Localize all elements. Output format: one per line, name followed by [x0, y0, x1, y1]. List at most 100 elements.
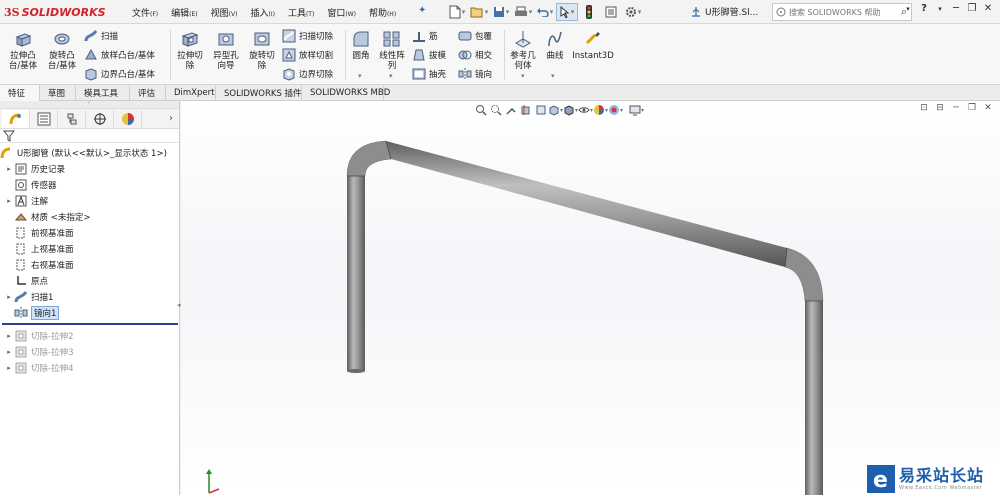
help-question-icon[interactable]: ? — [916, 3, 932, 14]
tree-item-cut-extrude4[interactable]: ▸ 切除-拉伸4 — [4, 360, 182, 376]
extrude-cut-button[interactable]: 拉伸切 除 — [172, 29, 208, 71]
undo-button[interactable]: ▾ — [534, 3, 556, 21]
sweep-cut-button[interactable]: 扫描切除 — [282, 28, 333, 44]
tab-sketch[interactable]: 草图 — [40, 85, 76, 101]
undo-icon — [536, 8, 549, 17]
cut-extrude-icon — [15, 346, 27, 358]
menu-insert[interactable]: 插入(I) — [246, 6, 278, 19]
boundary-cut-button[interactable]: 边界切除 — [282, 66, 333, 82]
configuration-manager-tab[interactable] — [58, 109, 86, 128]
tree-item-front-plane[interactable]: 前视基准面 — [4, 225, 182, 241]
expand-chevron-icon[interactable]: ▸ — [4, 348, 14, 356]
rib-button[interactable]: 筋 — [412, 28, 438, 44]
menu-tools[interactable]: 工具(T) — [284, 6, 318, 19]
draft-button[interactable]: 拔模 — [412, 47, 446, 63]
linear-pattern-button[interactable]: 线性阵 列 — [376, 29, 408, 71]
solidworks-logo[interactable]: 3S SOLIDWORKS — [4, 3, 106, 21]
expand-chevron-icon[interactable]: ▸ — [4, 364, 14, 372]
loft-boss-button[interactable]: 放样凸台/基体 — [84, 47, 155, 63]
command-manager-tabs: 特征 草图 模具工具 评估 DimXpert SOLIDWORKS 插件 SOL… — [0, 85, 1000, 101]
sweep-button[interactable]: 扫描 — [84, 28, 118, 44]
tree-item-cut-extrude2[interactable]: ▸ 切除-拉伸2 — [4, 328, 182, 344]
open-document-button[interactable]: ▾ — [468, 3, 490, 21]
options-button[interactable]: ▾ — [622, 3, 644, 21]
tree-item-sweep1[interactable]: ▸ 扫描1 — [4, 289, 182, 305]
curves-chevron-down-icon[interactable]: ▾ — [551, 72, 555, 80]
restore-button[interactable]: ❐ — [964, 3, 980, 14]
mirror-button[interactable]: 镜向 — [458, 66, 492, 82]
boundary-boss-button[interactable]: 边界凸台/基体 — [84, 66, 155, 82]
tree-item-origin[interactable]: 原点 — [4, 273, 182, 289]
graphics-area[interactable]: ▾ ▾ ▾ ▾ ▾ ▾ ⊡ ⊟ ─ ❐ ✕ — [181, 101, 1000, 495]
menu-window[interactable]: 窗口(W) — [323, 6, 360, 19]
configuration-icon — [67, 113, 76, 124]
u-shaped-pipe-model[interactable] — [181, 101, 1000, 495]
pin-menu-icon[interactable]: ✦ — [418, 5, 426, 16]
dimxpert-manager-tab[interactable] — [86, 109, 114, 128]
menu-edit[interactable]: 编辑(E) — [167, 6, 202, 19]
tab-evaluate[interactable]: 评估 — [130, 85, 166, 101]
boundary-boss-icon — [85, 68, 97, 81]
help-search-input[interactable] — [789, 7, 889, 17]
shell-button[interactable]: 抽壳 — [412, 66, 446, 82]
tree-item-top-plane[interactable]: 上视基准面 — [4, 241, 182, 257]
tab-mold-tools[interactable]: 模具工具 — [76, 85, 130, 101]
menu-view[interactable]: 视图(V) — [207, 6, 242, 19]
print-button[interactable]: ▾ — [512, 3, 534, 21]
ribbon-separator — [504, 30, 505, 80]
panel-grip-icon[interactable]: ◦ — [87, 99, 91, 107]
reference-chevron-down-icon[interactable]: ▾ — [521, 72, 525, 80]
rebuild-button[interactable] — [578, 3, 600, 21]
tree-item-history[interactable]: ▸ 历史记录 — [4, 161, 182, 177]
tree-item-mirror1[interactable]: 镜向1 — [4, 305, 182, 321]
tree-item-right-plane[interactable]: 右视基准面 — [4, 257, 182, 273]
property-manager-tab[interactable] — [30, 109, 58, 128]
filter-icon — [3, 130, 15, 142]
tab-solidworks-mbd[interactable]: SOLIDWORKS MBD — [302, 85, 390, 101]
display-manager-tab[interactable] — [114, 109, 142, 128]
tree-item-cut-extrude3[interactable]: ▸ 切除-拉伸3 — [4, 344, 182, 360]
tree-item-material[interactable]: 材质 <未指定> — [4, 209, 182, 225]
help-search-box[interactable]: ⌕ — [772, 3, 912, 21]
pattern-chevron-down-icon[interactable]: ▾ — [389, 72, 393, 80]
feature-manager-panel: ◦ › U形脚管 (默认<<默认>_显示状态 1>) ▸ 历史记录 传感器 ▸ … — [0, 99, 182, 495]
save-button[interactable]: ▾ — [490, 3, 512, 21]
expand-chevron-icon[interactable]: ▸ — [4, 332, 14, 340]
expand-chevron-icon[interactable]: ▸ — [4, 197, 14, 205]
search-options-chevron-icon[interactable]: ▾ — [900, 5, 916, 13]
minimize-button[interactable]: ─ — [948, 3, 964, 14]
expand-chevron-icon[interactable]: ▸ — [4, 165, 14, 173]
loft-cut-button[interactable]: 放样切割 — [282, 47, 333, 63]
select-button[interactable]: ▾ — [556, 3, 578, 21]
extrude-boss-button[interactable]: 拉伸凸 台/基体 — [6, 29, 40, 71]
hole-wizard-button[interactable]: 异型孔 向导 — [208, 29, 244, 71]
panel-more-chevron-icon[interactable]: › — [169, 113, 173, 124]
revolve-boss-button[interactable]: 旋转凸 台/基体 — [44, 29, 80, 71]
tree-item-annotations[interactable]: ▸ 注解 — [4, 193, 182, 209]
revolve-boss-icon — [54, 33, 70, 45]
tab-solidworks-addins[interactable]: SOLIDWORKS 插件 — [216, 85, 302, 101]
tree-item-sensors[interactable]: 传感器 — [4, 177, 182, 193]
tab-features[interactable]: 特征 — [0, 85, 40, 101]
expand-chevron-icon[interactable]: ▸ — [4, 293, 14, 301]
tab-dimxpert[interactable]: DimXpert — [166, 85, 216, 101]
fillet-button[interactable]: 圆角 — [348, 29, 374, 61]
tree-root-part[interactable]: U形脚管 (默认<<默认>_显示状态 1>) — [0, 145, 178, 161]
close-button[interactable]: ✕ — [980, 3, 996, 14]
intersect-icon — [458, 50, 472, 60]
help-chevron-icon[interactable]: ▾ — [932, 5, 948, 13]
revolve-cut-button[interactable]: 旋转切 除 — [244, 29, 280, 71]
wrap-button[interactable]: 包覆 — [458, 28, 492, 44]
rollback-bar[interactable] — [2, 323, 178, 325]
intersect-button[interactable]: 相交 — [458, 47, 492, 63]
instant3d-button[interactable]: Instant3D — [572, 29, 614, 61]
menu-help[interactable]: 帮助(H) — [365, 6, 400, 19]
fillet-chevron-down-icon[interactable]: ▾ — [358, 72, 362, 80]
tree-filter[interactable] — [0, 129, 179, 143]
menu-file[interactable]: 文件(F) — [128, 6, 162, 19]
curves-button[interactable]: 曲线 — [542, 29, 568, 61]
reference-geometry-button[interactable]: 参考几 何体 — [506, 29, 540, 71]
new-document-button[interactable]: ▾ — [446, 3, 468, 21]
file-properties-button[interactable] — [600, 3, 622, 21]
feature-manager-tab[interactable] — [2, 109, 30, 128]
